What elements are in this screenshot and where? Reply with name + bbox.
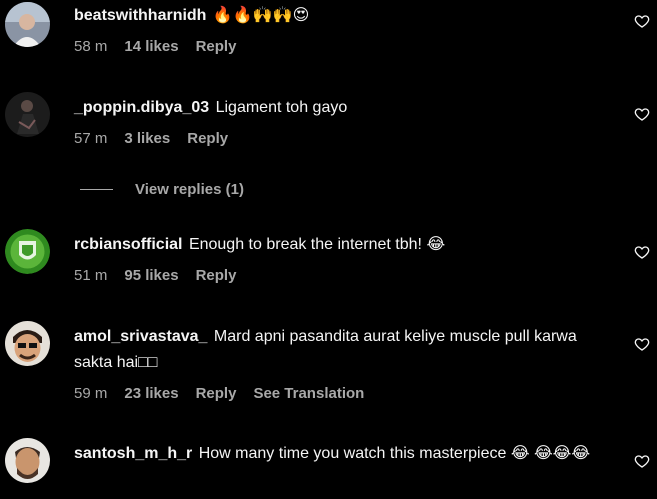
heart-icon[interactable] (634, 13, 650, 29)
username[interactable]: rcbiansofficial (74, 236, 182, 253)
see-translation-button[interactable]: See Translation (253, 385, 364, 402)
avatar[interactable] (5, 229, 50, 274)
avatar-photo-icon (5, 92, 50, 137)
username[interactable]: santosh_m_h_r (74, 445, 192, 462)
reply-button[interactable]: Reply (196, 267, 237, 284)
comment-meta: 51 m 95 likes Reply (74, 265, 609, 285)
comment-body: Ligament toh gayo (215, 99, 348, 116)
avatar-photo-icon (5, 2, 50, 47)
comment-meta: 59 m 23 likes Reply See Translation (74, 383, 609, 403)
heart-icon[interactable] (634, 106, 650, 122)
avatar-photo-icon (5, 321, 50, 366)
view-replies-label: View replies (1) (135, 180, 244, 198)
likes-count[interactable]: 23 likes (124, 385, 178, 402)
comment-meta: 57 m 3 likes Reply (74, 128, 609, 148)
avatar[interactable] (5, 2, 50, 47)
username[interactable]: _poppin.dibya_03 (74, 99, 209, 116)
reply-button[interactable]: Reply (187, 130, 228, 147)
timestamp: 57 m (74, 129, 108, 147)
comment-body: Enough to break the internet tbh! 😂 (188, 236, 446, 253)
likes-count[interactable]: 14 likes (124, 38, 178, 55)
comment-text: rcbiansofficial Enough to break the inte… (74, 232, 609, 258)
comment-text: santosh_m_h_r How many time you watch th… (74, 441, 614, 467)
username[interactable]: beatswithharnidh (74, 7, 206, 24)
comments-list: beatswithharnidh 🔥🔥🙌🙌😍 58 m 14 likes Rep… (0, 0, 657, 499)
view-replies-button[interactable]: View replies (1) (80, 176, 244, 202)
comment-text: _poppin.dibya_03 Ligament toh gayo (74, 95, 609, 121)
avatar-photo-icon (5, 438, 50, 483)
likes-count[interactable]: 3 likes (124, 130, 170, 147)
comment-text: beatswithharnidh 🔥🔥🙌🙌😍 (74, 3, 609, 29)
avatar[interactable] (5, 321, 50, 366)
avatar[interactable] (5, 92, 50, 137)
timestamp: 51 m (74, 266, 108, 284)
reply-button[interactable]: Reply (196, 38, 237, 55)
comment-body: 🔥🔥🙌🙌😍 (212, 7, 310, 24)
heart-icon[interactable] (634, 336, 650, 352)
comment-body: How many time you watch this masterpiece… (198, 445, 591, 462)
avatar[interactable] (5, 438, 50, 483)
comment-text: amol_srivastava_ Mard apni pasandita aur… (74, 324, 614, 376)
timestamp: 59 m (74, 384, 108, 402)
comment-meta: 58 m 14 likes Reply (74, 36, 609, 56)
likes-count[interactable]: 95 likes (124, 267, 178, 284)
username[interactable]: amol_srivastava_ (74, 328, 207, 345)
divider-line (80, 188, 113, 190)
rcb-logo-icon (5, 229, 50, 274)
reply-button[interactable]: Reply (196, 385, 237, 402)
timestamp: 58 m (74, 37, 108, 55)
heart-icon[interactable] (634, 453, 650, 469)
heart-icon[interactable] (634, 244, 650, 260)
